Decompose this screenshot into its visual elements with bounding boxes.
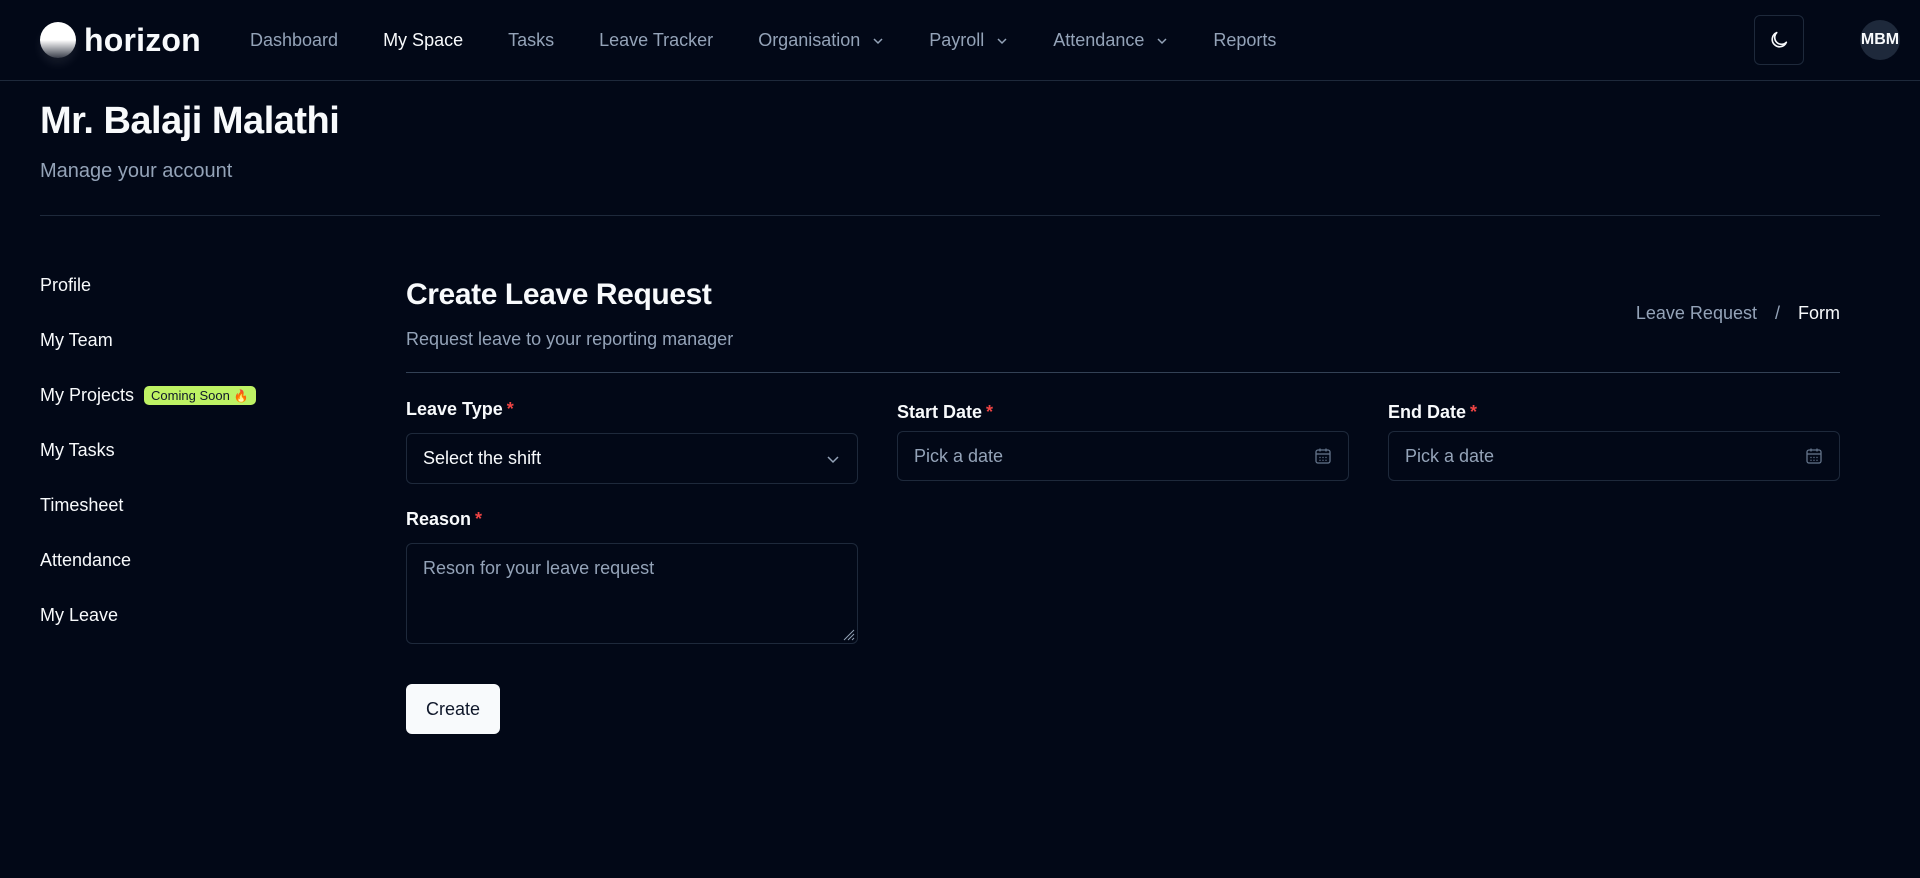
sidebar-item-my-team[interactable]: My Team [40, 313, 256, 368]
chevron-down-icon [827, 455, 839, 463]
sidebar-item-my-tasks[interactable]: My Tasks [40, 423, 256, 478]
chevron-down-icon [997, 37, 1007, 44]
top-navbar: horizon Dashboard My Space Tasks Leave T… [0, 0, 1920, 81]
nav-item-reports[interactable]: Reports [1213, 30, 1276, 51]
resize-handle-icon[interactable] [841, 627, 855, 641]
moon-icon [1771, 31, 1788, 48]
chevron-down-icon [1157, 37, 1167, 44]
sidebar-item-attendance[interactable]: Attendance [40, 533, 256, 588]
sidebar-item-my-projects[interactable]: My Projects Coming Soon 🔥 [40, 368, 256, 423]
coming-soon-badge: Coming Soon 🔥 [144, 386, 256, 405]
avatar[interactable]: MBM [1860, 20, 1900, 60]
form-divider [406, 372, 1840, 373]
theme-toggle-button[interactable] [1754, 15, 1804, 65]
divider [40, 215, 1880, 216]
nav-item-attendance[interactable]: Attendance [1053, 30, 1168, 51]
sidebar-item-profile[interactable]: Profile [40, 258, 256, 313]
chevron-down-icon [873, 37, 883, 44]
start-date-label: Start Date * [897, 402, 994, 422]
page-subtitle: Manage your account [40, 160, 233, 182]
nav-item-organisation[interactable]: Organisation [758, 30, 884, 51]
leave-type-select[interactable]: Select the shift [406, 433, 858, 484]
reason-placeholder: Reson for your leave request [423, 558, 655, 578]
calendar-icon [1806, 448, 1822, 464]
end-date-placeholder: Pick a date [1405, 445, 1495, 466]
reason-label: Reason * [406, 509, 483, 529]
sidebar-item-my-leave[interactable]: My Leave [40, 588, 256, 643]
nav-item-leave-tracker[interactable]: Leave Tracker [599, 30, 713, 51]
nav-item-dashboard[interactable]: Dashboard [250, 30, 338, 51]
logo-icon [40, 22, 76, 58]
start-date-placeholder: Pick a date [914, 445, 1004, 466]
breadcrumb: Leave Request / Form [1636, 303, 1840, 324]
nav-item-my-space[interactable]: My Space [383, 30, 463, 51]
leave-type-value: Select the shift [423, 448, 542, 468]
breadcrumb-current: Form [1798, 303, 1840, 323]
end-date-label: End Date * [1388, 402, 1478, 422]
sidebar: Profile My Team My Projects Coming Soon 🔥… [40, 258, 256, 643]
create-button[interactable]: Create [406, 684, 500, 734]
sidebar-item-timesheet[interactable]: Timesheet [40, 478, 256, 533]
end-date-picker[interactable]: Pick a date [1388, 431, 1840, 481]
form-title: Create Leave Request [406, 278, 712, 311]
nav-item-payroll[interactable]: Payroll [929, 30, 1008, 51]
fire-icon: 🔥 [233, 388, 249, 403]
calendar-icon [1315, 448, 1331, 464]
form-subtitle: Request leave to your reporting manager [406, 329, 734, 349]
reason-textarea[interactable]: Reson for your leave request [406, 543, 858, 644]
page-title: Mr. Balaji Malathi [40, 100, 340, 142]
start-date-picker[interactable]: Pick a date [897, 431, 1349, 481]
app-logo[interactable]: horizon [40, 20, 201, 60]
nav-item-tasks[interactable]: Tasks [508, 30, 554, 51]
breadcrumb-separator: / [1774, 303, 1780, 323]
main-nav: Dashboard My Space Tasks Leave Tracker O… [250, 0, 1321, 81]
logo-text: horizon [84, 21, 201, 58]
breadcrumb-parent[interactable]: Leave Request [1636, 303, 1757, 324]
leave-type-label: Leave Type * [406, 399, 514, 419]
